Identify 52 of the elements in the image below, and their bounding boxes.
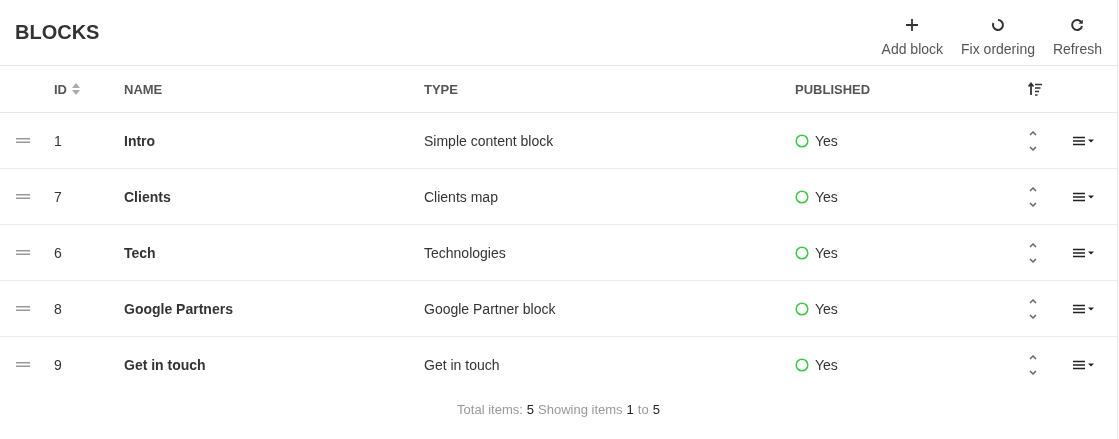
table-cell: Clients	[124, 188, 171, 205]
table-cell: Get in touch	[124, 356, 206, 373]
count-value: 5	[526, 402, 535, 417]
table-cell: Get in touch	[424, 356, 500, 373]
table-cell: Technologies	[424, 244, 506, 261]
table-cell: 6	[54, 244, 62, 261]
page-title: BLOCKS	[15, 21, 100, 44]
drag-handle-icon[interactable]	[16, 138, 30, 143]
table-cell: Simple content block	[424, 132, 554, 149]
column-header: PUBLISHED	[795, 81, 871, 97]
drag-handle-icon[interactable]	[16, 250, 30, 255]
action-button[interactable]: Add block	[871, 18, 952, 57]
table-cell: Intro	[124, 132, 156, 149]
action-button[interactable]: Refresh	[1042, 18, 1117, 57]
menu-dropdown-icon[interactable]	[1073, 303, 1095, 314]
plus-icon	[905, 18, 920, 32]
count-value: 5	[652, 402, 660, 417]
table-cell: Yes	[815, 244, 838, 261]
table-cell: Google Partners	[124, 300, 233, 317]
move-arrows-icon[interactable]	[1028, 352, 1038, 377]
action-button[interactable]: Fix ordering	[951, 18, 1043, 57]
table-cell: 7	[54, 188, 62, 205]
table-cell: Yes	[815, 300, 838, 317]
footer-label: Showing items	[538, 402, 623, 417]
footer-label: to	[637, 402, 649, 417]
table-cell: Yes	[815, 356, 838, 373]
sort-order-icon[interactable]	[1028, 82, 1042, 96]
table-cell: 9	[54, 356, 62, 373]
table-cell: Tech	[124, 244, 156, 261]
move-arrows-icon[interactable]	[1028, 184, 1038, 209]
drag-handle-icon[interactable]	[16, 362, 30, 367]
refresh-icon	[1070, 18, 1085, 32]
drag-handle-icon[interactable]	[16, 306, 30, 311]
menu-dropdown-icon[interactable]	[1073, 247, 1095, 258]
table-cell: Yes	[815, 132, 838, 149]
menu-dropdown-icon[interactable]	[1073, 135, 1095, 146]
table-cell: 1	[54, 132, 62, 149]
menu-dropdown-icon[interactable]	[1073, 359, 1095, 370]
drag-handle-icon[interactable]	[16, 194, 30, 199]
table-cell: Yes	[815, 188, 838, 205]
sortable-column-header[interactable]: ID	[54, 81, 80, 97]
move-arrows-icon[interactable]	[1028, 128, 1038, 153]
move-arrows-icon[interactable]	[1028, 240, 1038, 265]
table-cell: Clients map	[424, 188, 498, 205]
column-header: NAME	[124, 81, 163, 97]
table-cell: 8	[54, 300, 62, 317]
count-value: 1	[626, 402, 634, 417]
move-arrows-icon[interactable]	[1028, 296, 1038, 321]
table-cell: Google Partner block	[424, 300, 556, 317]
column-header: TYPE	[424, 81, 458, 97]
menu-dropdown-icon[interactable]	[1073, 191, 1095, 202]
footer-label: Total items:	[457, 402, 523, 417]
